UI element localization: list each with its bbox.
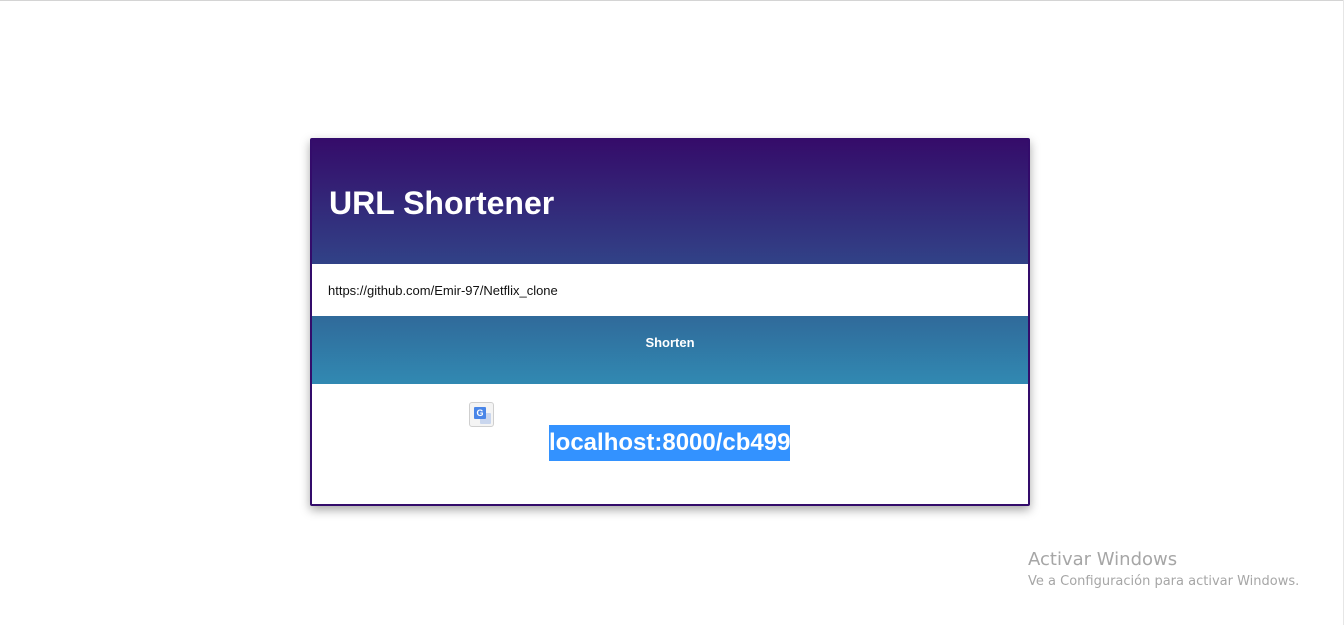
url-shortener-card: URL Shortener Shorten G localhost:8000/c… [310, 138, 1030, 506]
watermark-title: Activar Windows [1028, 549, 1178, 570]
watermark-subtitle: Ve a Configuración para activar Windows. [1028, 574, 1300, 589]
browser-top-border [0, 0, 1344, 1]
result-area: G localhost:8000/cb499 [312, 384, 1028, 504]
page-title: URL Shortener [329, 185, 555, 221]
windows-activation-watermark: Activar Windows Ve a Configuración para … [1028, 549, 1299, 593]
card-header: URL Shortener [312, 140, 1028, 264]
shorten-button[interactable]: Shorten [312, 316, 1028, 384]
translate-icon-glyph: G [474, 407, 486, 419]
url-input[interactable] [312, 264, 1028, 316]
google-translate-icon[interactable]: G [469, 402, 494, 427]
short-url-result[interactable]: localhost:8000/cb499 [549, 425, 791, 461]
